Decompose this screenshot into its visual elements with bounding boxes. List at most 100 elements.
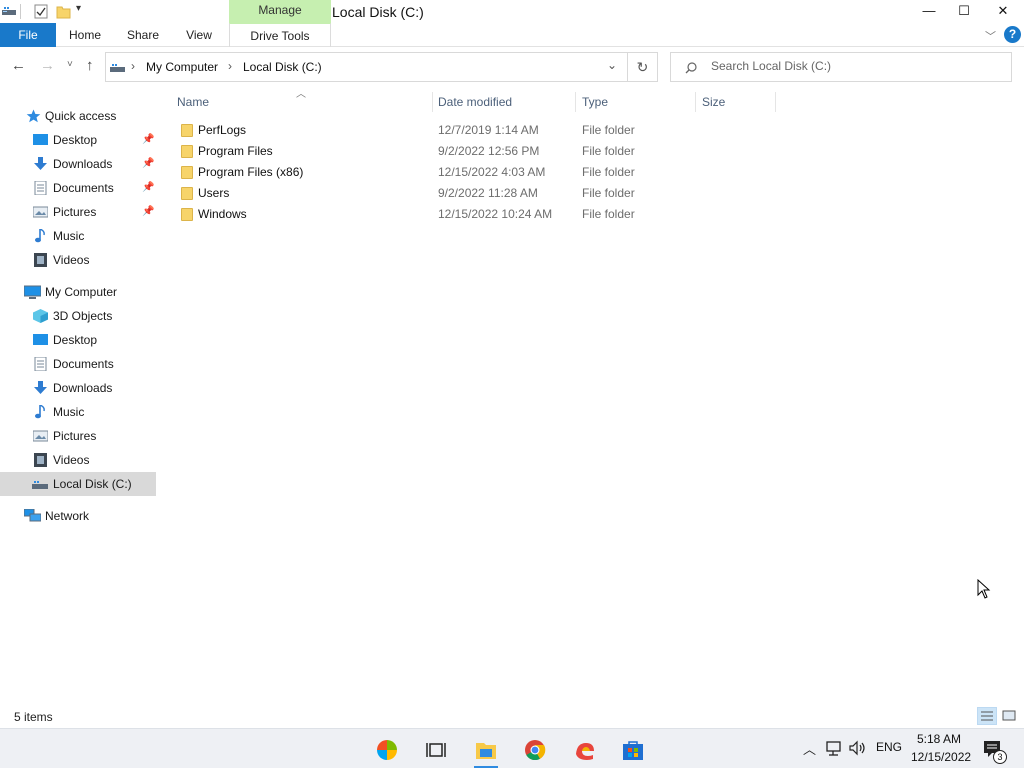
folder-icon <box>181 166 193 179</box>
nav-network[interactable]: Network <box>0 504 156 528</box>
documents-icon <box>34 357 47 371</box>
file-type: File folder <box>582 123 635 137</box>
nav-qa-downloads[interactable]: Downloads 📌 <box>0 152 156 176</box>
nav-label: My Computer <box>45 285 118 299</box>
nav-pictures[interactable]: Pictures <box>0 424 156 448</box>
address-history-chevron-icon[interactable]: ⌄ <box>607 58 617 72</box>
nav-qa-desktop[interactable]: Desktop 📌 <box>0 128 156 152</box>
recent-locations-chevron-icon[interactable]: ˅ <box>67 59 73 70</box>
nav-qa-documents[interactable]: Documents 📌 <box>0 176 156 200</box>
column-header-name[interactable]: Name <box>171 92 433 112</box>
pictures-icon <box>33 430 48 442</box>
back-arrow-icon[interactable]: ← <box>11 57 26 74</box>
large-icons-view-button[interactable] <box>999 707 1019 725</box>
address-bar[interactable]: › My Computer › Local Disk (C:) ⌄ <box>105 52 628 82</box>
tab-share[interactable]: Share <box>120 23 166 47</box>
file-type: File folder <box>582 165 635 179</box>
navigation-pane: Quick access Desktop 📌 Downloads 📌 Docum… <box>0 88 157 703</box>
drive-icon <box>32 481 48 489</box>
nav-downloads[interactable]: Downloads <box>0 376 156 400</box>
start-icon[interactable] <box>376 739 398 761</box>
search-input[interactable] <box>711 59 1001 73</box>
nav-label: Network <box>45 509 90 523</box>
up-arrow-icon[interactable]: ↑ <box>86 57 94 74</box>
customize-toolbar-chevron-icon[interactable]: ▾ <box>76 3 81 14</box>
nav-label: 3D Objects <box>53 309 113 323</box>
nav-desktop[interactable]: Desktop <box>0 328 156 352</box>
tab-home[interactable]: Home <box>60 23 110 47</box>
nav-local-disk[interactable]: Local Disk (C:) <box>0 472 156 496</box>
file-type: File folder <box>582 186 635 200</box>
show-hidden-icons-chevron-icon[interactable]: ︿ <box>803 739 816 758</box>
nav-label: Downloads <box>53 157 113 171</box>
file-row[interactable]: Windows 12/15/2022 10:24 AM File folder <box>175 204 775 225</box>
nav-label: Desktop <box>53 333 98 347</box>
file-name: Program Files (x86) <box>198 165 304 179</box>
file-date: 9/2/2022 11:28 AM <box>438 186 538 200</box>
pictures-icon <box>33 206 48 218</box>
search-icon <box>685 62 697 74</box>
breadcrumb-separator[interactable]: › <box>131 59 135 73</box>
breadcrumb-my-computer[interactable]: My Computer <box>146 60 218 74</box>
expand-ribbon-chevron-icon[interactable]: ﹀ <box>985 28 996 44</box>
nav-3d-objects[interactable]: 3D Objects <box>0 304 156 328</box>
task-view-icon[interactable] <box>425 739 447 761</box>
nav-quick-access[interactable]: Quick access <box>0 104 156 128</box>
file-row[interactable]: Program Files (x86) 12/15/2022 4:03 AM F… <box>175 162 775 183</box>
taskbar: ︿ 3 <box>0 728 1024 768</box>
close-button[interactable]: ✕ <box>980 0 1024 23</box>
nav-qa-music[interactable]: Music <box>0 224 156 248</box>
nav-documents[interactable]: Documents <box>0 352 156 376</box>
drive-icon <box>110 64 125 72</box>
help-button[interactable]: ? <box>1004 26 1021 43</box>
chrome-icon[interactable] <box>524 739 546 761</box>
search-box[interactable] <box>670 52 1012 82</box>
nav-label: Desktop <box>53 133 98 147</box>
nav-qa-videos[interactable]: Videos <box>0 248 156 272</box>
clock-date[interactable]: 12/15/2022 <box>911 750 971 764</box>
clock-time[interactable]: 5:18 AM <box>917 732 961 746</box>
tab-manage[interactable]: Manage <box>229 0 331 23</box>
pin-icon: 📌 <box>142 158 155 169</box>
mouse-cursor-icon <box>977 579 991 599</box>
folder-icon <box>181 187 193 200</box>
details-view-button[interactable] <box>977 707 997 725</box>
nav-label: Pictures <box>53 429 97 443</box>
ribbon-tabs: File Home Share View Drive Tools ﹀ ? <box>0 23 1024 47</box>
notification-count-badge: 3 <box>993 750 1007 764</box>
status-bar: 5 items <box>0 706 1024 728</box>
column-header-type[interactable]: Type <box>576 92 696 112</box>
3d-objects-icon <box>33 309 48 323</box>
file-type: File folder <box>582 144 635 158</box>
window-title: Local Disk (C:) <box>332 4 424 20</box>
file-explorer-icon[interactable] <box>475 739 497 761</box>
file-row[interactable]: Users 9/2/2022 11:28 AM File folder <box>175 183 775 204</box>
breadcrumb-separator[interactable]: › <box>228 59 232 73</box>
file-row[interactable]: PerfLogs 12/7/2019 1:14 AM File folder <box>175 120 775 141</box>
volume-icon[interactable] <box>849 740 867 756</box>
file-row[interactable]: Program Files 9/2/2022 12:56 PM File fol… <box>175 141 775 162</box>
properties-icon[interactable] <box>34 4 48 19</box>
breadcrumb-local-disk[interactable]: Local Disk (C:) <box>243 60 322 74</box>
computer-icon <box>24 285 41 299</box>
refresh-button[interactable]: ↻ <box>628 52 658 82</box>
column-header-size[interactable]: Size <box>696 92 776 112</box>
nav-music[interactable]: Music <box>0 400 156 424</box>
tab-drive-tools[interactable]: Drive Tools <box>229 23 331 47</box>
file-type: File folder <box>582 207 635 221</box>
store-icon[interactable] <box>622 739 644 761</box>
edge-icon[interactable] <box>574 739 596 761</box>
input-language[interactable]: ENG <box>876 740 902 754</box>
nav-qa-pictures[interactable]: Pictures 📌 <box>0 200 156 224</box>
new-folder-icon[interactable] <box>56 4 71 19</box>
forward-arrow-icon[interactable]: → <box>40 57 55 74</box>
desktop-icon <box>33 334 48 345</box>
pin-icon: 📌 <box>142 182 155 193</box>
tab-file[interactable]: File <box>0 23 56 47</box>
file-date: 12/15/2022 4:03 AM <box>438 165 546 179</box>
nav-my-computer[interactable]: My Computer <box>0 280 156 304</box>
column-header-date-modified[interactable]: Date modified <box>432 92 576 112</box>
network-status-icon[interactable] <box>826 741 844 757</box>
tab-view[interactable]: View <box>176 23 222 47</box>
nav-videos[interactable]: Videos <box>0 448 156 472</box>
